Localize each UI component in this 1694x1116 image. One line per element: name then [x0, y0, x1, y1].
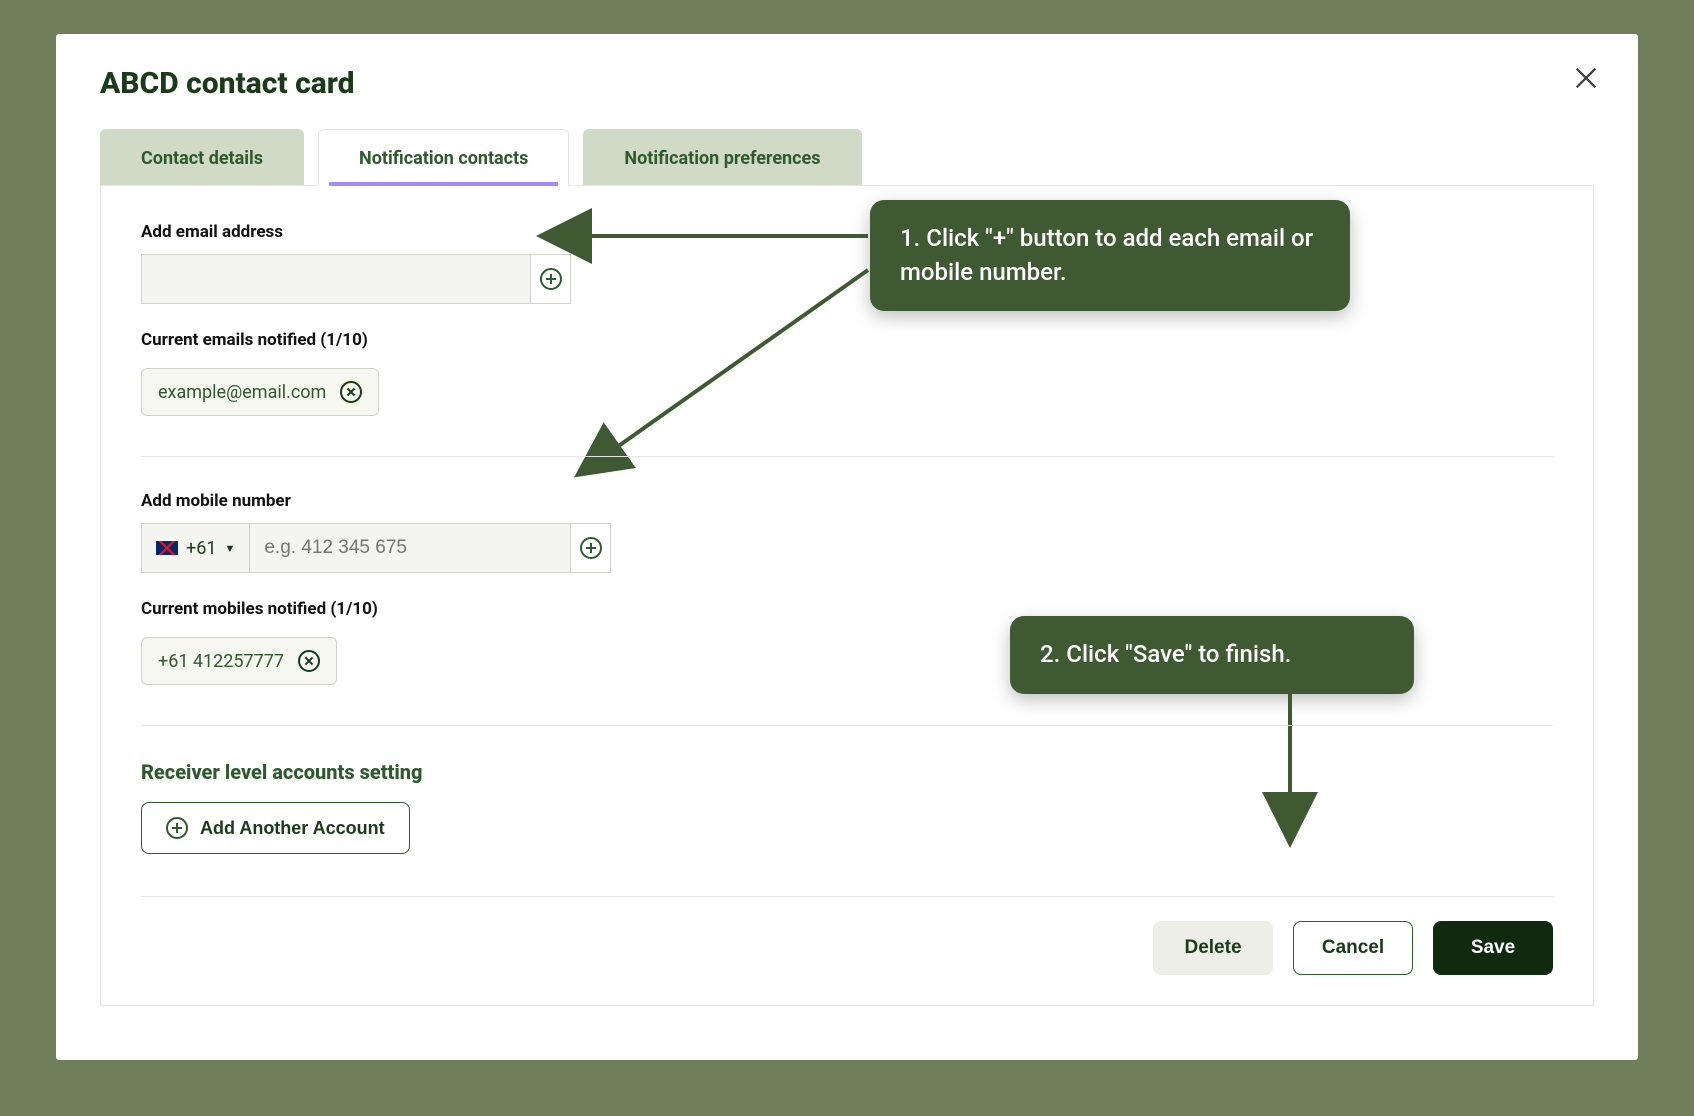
mobile-input[interactable] — [250, 523, 571, 573]
plus-icon — [540, 268, 562, 290]
current-mobiles-label: Current mobiles notified (1/10) — [141, 599, 1553, 619]
tab-panel: Add email address Current emails notifie… — [100, 185, 1594, 1006]
mobile-input-group: +61 ▼ — [141, 523, 611, 573]
chevron-down-icon: ▼ — [224, 542, 235, 555]
divider — [141, 896, 1553, 897]
remove-email-icon[interactable] — [340, 381, 362, 403]
plus-icon — [166, 817, 188, 839]
email-chip: example@email.com — [141, 368, 379, 416]
email-chip-text: example@email.com — [158, 382, 326, 403]
contact-card-modal: ABCD contact card Contact details Notifi… — [56, 34, 1638, 1060]
add-another-account-button[interactable]: Add Another Account — [141, 802, 410, 854]
flag-icon — [156, 541, 178, 555]
tab-bar: Contact details Notification contacts No… — [100, 129, 1594, 186]
save-button[interactable]: Save — [1433, 921, 1553, 975]
country-code-value: +61 — [186, 538, 216, 559]
add-email-button[interactable] — [531, 254, 571, 304]
remove-mobile-icon[interactable] — [298, 650, 320, 672]
email-input-group — [141, 254, 571, 304]
add-email-label: Add email address — [141, 222, 1553, 242]
receiver-heading: Receiver level accounts setting — [141, 760, 1553, 784]
modal-title: ABCD contact card — [100, 66, 1594, 101]
mobile-chip: +61 412257777 — [141, 637, 337, 685]
divider — [141, 725, 1553, 726]
cancel-button[interactable]: Cancel — [1293, 921, 1413, 975]
add-another-account-label: Add Another Account — [200, 818, 385, 839]
current-emails-label: Current emails notified (1/10) — [141, 330, 1553, 350]
tab-contact-details[interactable]: Contact details — [100, 129, 304, 186]
divider — [141, 456, 1553, 457]
delete-button[interactable]: Delete — [1153, 921, 1273, 975]
add-mobile-label: Add mobile number — [141, 491, 1553, 511]
country-code-select[interactable]: +61 ▼ — [141, 523, 250, 573]
tab-notification-preferences[interactable]: Notification preferences — [583, 129, 861, 186]
add-mobile-button[interactable] — [571, 523, 611, 573]
footer-actions: Delete Cancel Save — [141, 921, 1553, 975]
mobile-chip-text: +61 412257777 — [158, 651, 284, 672]
email-input[interactable] — [141, 254, 531, 304]
close-icon[interactable] — [1572, 64, 1600, 92]
tab-notification-contacts[interactable]: Notification contacts — [318, 129, 569, 186]
plus-icon — [580, 537, 602, 559]
